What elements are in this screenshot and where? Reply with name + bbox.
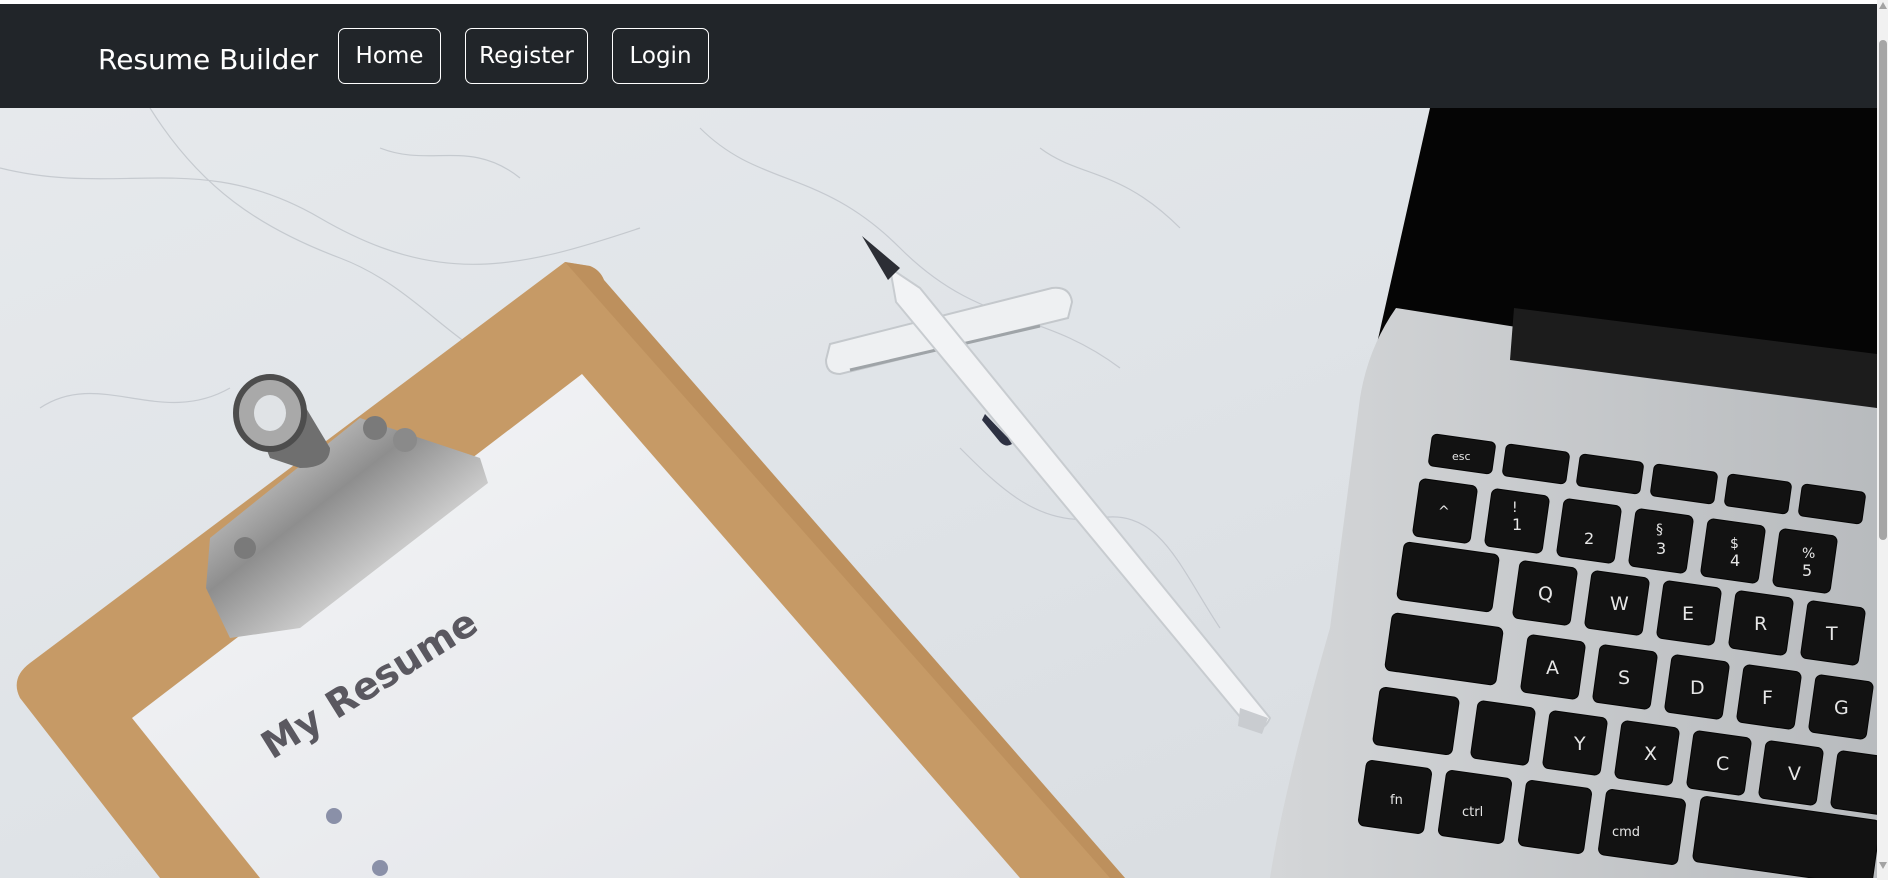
svg-text:S: S [1618,667,1630,689]
svg-text:X: X [1644,743,1657,765]
svg-text:D: D [1690,677,1705,699]
register-button[interactable]: Register [465,28,588,84]
svg-text:4: 4 [1730,551,1740,570]
svg-text:$: $ [1730,536,1739,552]
svg-text:G: G [1834,697,1849,719]
svg-text:esc: esc [1452,450,1471,463]
svg-text:Y: Y [1573,733,1586,755]
svg-text:%: % [1802,546,1815,562]
top-navbar: Resume Builder Home Register Login [0,4,1877,108]
brand-link[interactable]: Resume Builder [98,40,318,80]
home-button[interactable]: Home [338,28,441,84]
svg-text:3: 3 [1656,539,1666,558]
svg-text:^: ^ [1438,504,1450,520]
svg-text:F: F [1762,687,1773,709]
svg-text:ctrl: ctrl [1462,805,1483,820]
svg-text:fn: fn [1390,793,1403,808]
svg-text:R: R [1754,613,1767,635]
svg-text:Q: Q [1538,583,1553,605]
svg-text:cmd: cmd [1612,825,1640,840]
login-button[interactable]: Login [612,28,709,84]
bullet-dot [372,860,388,876]
svg-text:W: W [1610,593,1629,615]
scroll-down-arrow-icon[interactable] [1879,862,1887,869]
svg-text:1: 1 [1512,515,1522,534]
hero-photo-illustration: My Resume esc ^ ! 1 2 § 3 $ 4 % 5 Q W E … [0,108,1877,878]
svg-text:!: ! [1512,500,1518,516]
hero-image: My Resume esc ^ ! 1 2 § 3 $ 4 % 5 Q W E … [0,108,1877,878]
svg-text:T: T [1825,623,1838,645]
bullet-dot [326,808,342,824]
svg-text:A: A [1546,657,1559,679]
svg-text:5: 5 [1802,561,1812,580]
scrollbar-thumb[interactable] [1879,40,1887,540]
svg-text:2: 2 [1584,529,1594,548]
scroll-up-arrow-icon[interactable] [1879,2,1887,9]
svg-text:V: V [1788,763,1801,785]
svg-text:E: E [1682,603,1694,625]
svg-text:C: C [1716,753,1729,775]
svg-text:§: § [1656,522,1663,538]
